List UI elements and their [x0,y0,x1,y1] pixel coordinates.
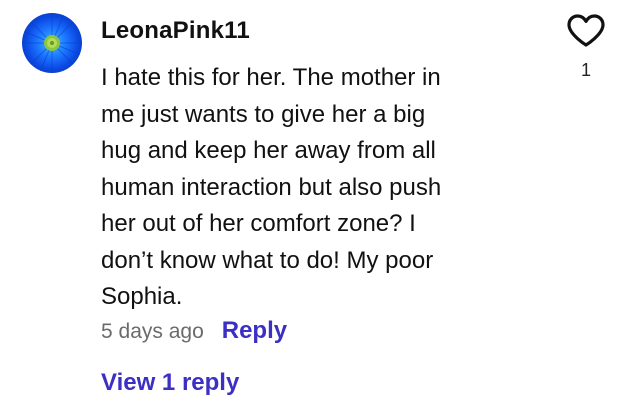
flower-icon [22,13,82,73]
comment-line: human interaction but also push [101,173,442,201]
comment-line: Sophia. [101,283,183,310]
username[interactable]: LeonaPink11 [101,17,250,45]
comment-line: hug and keep her away from all [101,137,436,164]
like-button[interactable] [566,14,606,48]
timestamp: 5 days ago [101,320,204,343]
view-replies-link[interactable]: View 1 reply [101,369,239,397]
comment-line: me just wants to give her a big [101,100,426,128]
avatar[interactable] [22,13,82,73]
comment-meta: 5 days ago Reply [101,317,287,345]
comment-text: I hate this for her. The mother in me ju… [101,60,521,316]
heart-icon [567,14,605,47]
comment-line: her out of her comfort zone? I [101,210,416,237]
reply-button[interactable]: Reply [222,317,287,345]
like-count: 1 [580,60,591,80]
comment-line: I hate this for her. The mother in [101,64,441,91]
comment-line: don’t know what to do! My poor [101,246,434,274]
